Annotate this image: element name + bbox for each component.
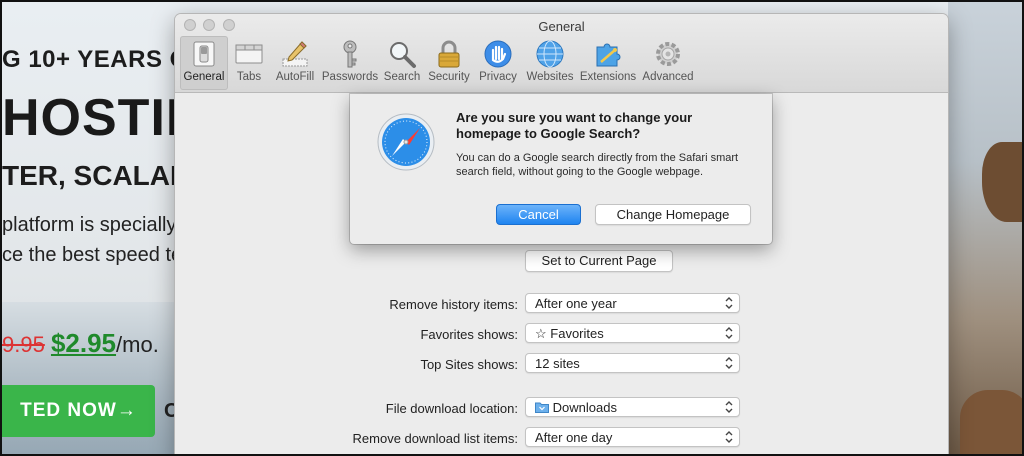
hero-description-line1: platform is specially e xyxy=(2,214,194,236)
tab-search[interactable]: Search xyxy=(380,36,424,90)
tab-passwords-label: Passwords xyxy=(321,71,379,83)
change-homepage-dialog: Are you sure you want to change your hom… xyxy=(350,94,772,244)
favorites-shows-select[interactable]: ☆ Favorites xyxy=(525,323,740,343)
remove-history-select[interactable]: After one year xyxy=(525,293,740,313)
tab-tabs-label: Tabs xyxy=(236,71,262,83)
background-photo xyxy=(948,2,1022,454)
tab-security-label: Security xyxy=(428,71,470,83)
tab-general[interactable]: General xyxy=(180,36,228,90)
change-homepage-button[interactable]: Change Homepage xyxy=(595,204,751,225)
tab-privacy[interactable]: Privacy xyxy=(474,36,522,90)
top-sites-select[interactable]: 12 sites xyxy=(525,353,740,373)
new-price[interactable]: $2.95 xyxy=(51,328,116,358)
dialog-message: You can do a Google search directly from… xyxy=(456,152,739,178)
pencil-icon xyxy=(279,38,311,70)
background-photo-detail xyxy=(960,390,1022,454)
old-price: 9.95 xyxy=(2,332,45,357)
download-location-value: Downloads xyxy=(535,400,617,415)
download-location-select[interactable]: Downloads xyxy=(525,397,740,417)
remove-download-list-value: After one day xyxy=(535,430,613,445)
tab-extensions[interactable]: Extensions xyxy=(578,36,638,90)
window-title: General xyxy=(538,19,585,34)
favorites-shows-label: Favorites shows: xyxy=(420,327,518,342)
chevron-updown-icon xyxy=(725,431,733,443)
hero-description-line2: ce the best speed tech xyxy=(2,244,204,266)
set-to-current-page-button[interactable]: Set to Current Page xyxy=(525,250,673,272)
magnifier-icon xyxy=(386,38,418,70)
background-photo-detail xyxy=(982,142,1022,222)
folder-icon xyxy=(535,402,549,413)
chevron-updown-icon xyxy=(725,357,733,369)
tab-advanced-label: Advanced xyxy=(642,71,694,83)
favorites-shows-value: ☆ Favorites xyxy=(535,326,604,342)
tab-general-label: General xyxy=(183,71,225,83)
screenshot-frame: G 10+ YEARS O HOSTIN TER, SCALABL platfo… xyxy=(0,0,1024,456)
hero-price: 9.95 $2.95/mo. xyxy=(2,328,159,359)
remove-download-list-select[interactable]: After one day xyxy=(525,427,740,447)
tab-autofill-label: AutoFill xyxy=(275,71,315,83)
tab-passwords[interactable]: Passwords xyxy=(320,36,380,90)
top-sites-value: 12 sites xyxy=(535,356,580,371)
price-suffix: /mo. xyxy=(116,332,159,357)
star-outline-icon: ☆ xyxy=(535,326,547,341)
tab-websites[interactable]: Websites xyxy=(522,36,578,90)
download-location-text: Downloads xyxy=(552,400,617,415)
safari-compass-icon xyxy=(376,112,436,172)
remove-history-label: Remove history items: xyxy=(389,297,518,312)
dialog-title: Are you sure you want to change your hom… xyxy=(456,110,693,141)
tabs-icon xyxy=(233,38,265,70)
tab-autofill[interactable]: AutoFill xyxy=(270,36,320,90)
preferences-toolbar: General Tabs AutoFill Passwords Search S… xyxy=(180,36,698,90)
puzzle-icon xyxy=(592,38,624,70)
general-switch-icon xyxy=(188,38,220,70)
hero-kicker: G 10+ YEARS O xyxy=(2,46,189,73)
download-location-label: File download location: xyxy=(385,401,518,416)
chevron-updown-icon xyxy=(725,297,733,309)
favorites-shows-text: Favorites xyxy=(550,326,604,341)
tab-privacy-label: Privacy xyxy=(479,71,517,83)
window-titlebar: General General Tabs AutoFill Passwords … xyxy=(175,14,948,93)
gear-icon xyxy=(652,38,684,70)
remove-history-value: After one year xyxy=(535,296,617,311)
remove-download-list-label: Remove download list items: xyxy=(352,431,518,446)
top-sites-label: Top Sites shows: xyxy=(420,357,518,372)
tab-advanced[interactable]: Advanced xyxy=(638,36,698,90)
globe-icon xyxy=(534,38,566,70)
cancel-button[interactable]: Cancel xyxy=(496,204,581,225)
key-icon xyxy=(334,38,366,70)
chevron-updown-icon xyxy=(725,401,733,413)
hand-icon xyxy=(482,38,514,70)
tab-tabs[interactable]: Tabs xyxy=(228,36,270,90)
get-started-button[interactable]: TED NOW→ xyxy=(2,385,155,437)
tab-websites-label: Websites xyxy=(526,71,574,83)
chevron-updown-icon xyxy=(725,327,733,339)
tab-search-label: Search xyxy=(383,71,421,83)
tab-security[interactable]: Security xyxy=(424,36,474,90)
lock-icon xyxy=(433,38,465,70)
tab-extensions-label: Extensions xyxy=(579,71,637,83)
